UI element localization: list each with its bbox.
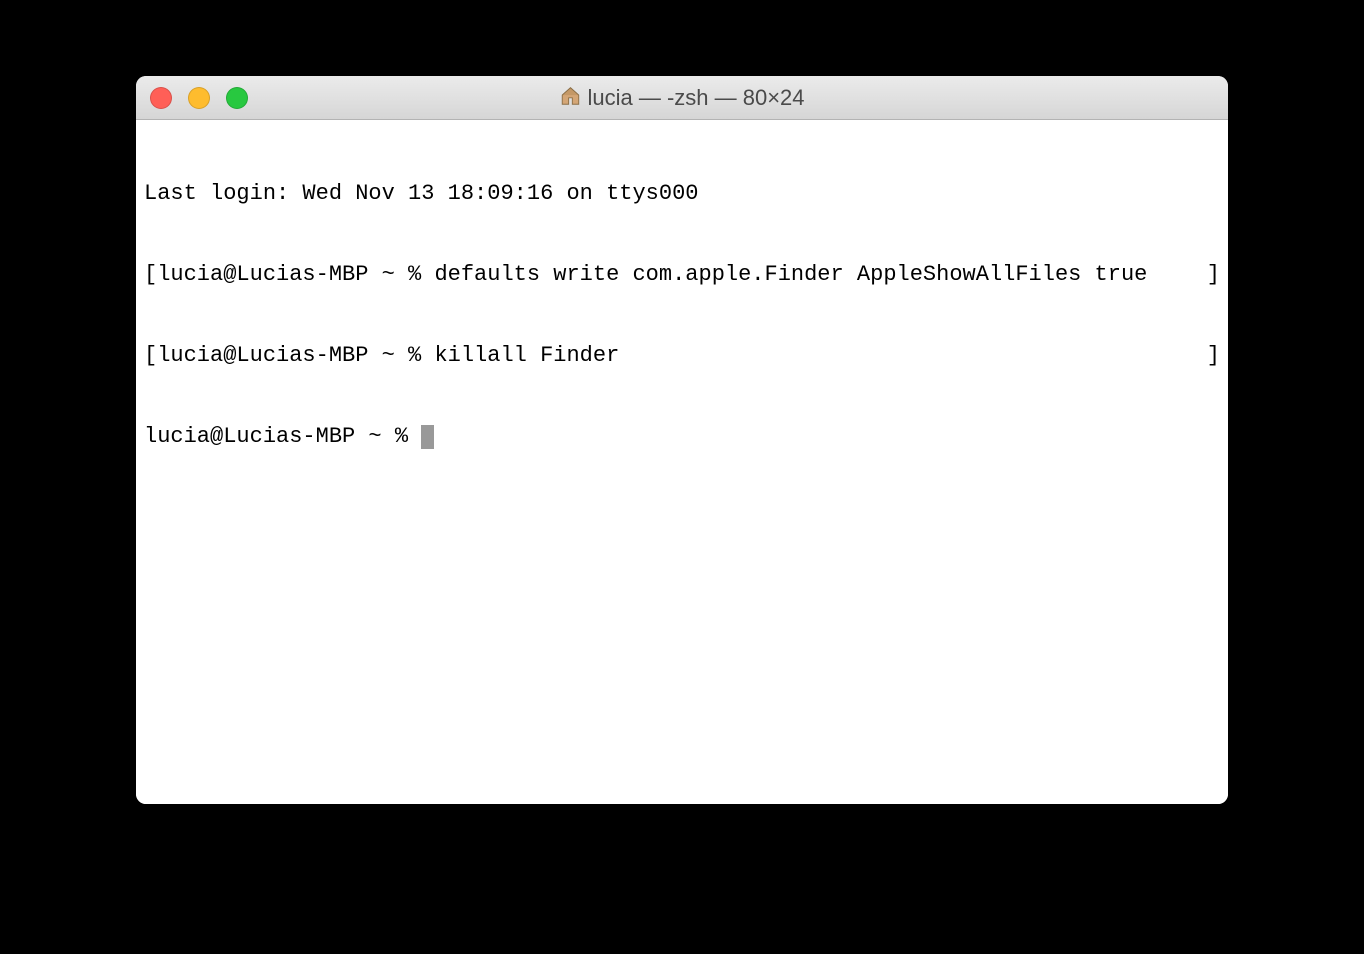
terminal-prompt-line: lucia@Lucias-MBP ~ % <box>144 423 1220 450</box>
command-line-1: [lucia@Lucias-MBP ~ % defaults write com… <box>144 261 1147 288</box>
right-bracket: ] <box>1207 261 1220 288</box>
window-title: lucia — -zsh — 80×24 <box>559 85 804 111</box>
window-title-text: lucia — -zsh — 80×24 <box>587 85 804 111</box>
terminal-content[interactable]: Last login: Wed Nov 13 18:09:16 on ttys0… <box>136 120 1228 804</box>
terminal-output-line: [lucia@Lucias-MBP ~ % killall Finder] <box>144 342 1220 369</box>
zoom-button[interactable] <box>226 87 248 109</box>
command-line-2: [lucia@Lucias-MBP ~ % killall Finder <box>144 342 619 369</box>
terminal-output-line: [lucia@Lucias-MBP ~ % defaults write com… <box>144 261 1220 288</box>
title-bar[interactable]: lucia — -zsh — 80×24 <box>136 76 1228 120</box>
right-bracket: ] <box>1207 342 1220 369</box>
terminal-output-line: Last login: Wed Nov 13 18:09:16 on ttys0… <box>144 180 1220 207</box>
last-login-text: Last login: Wed Nov 13 18:09:16 on ttys0… <box>144 181 699 206</box>
traffic-lights <box>150 87 248 109</box>
prompt-text: lucia@Lucias-MBP ~ % <box>144 424 421 449</box>
home-icon <box>559 85 581 111</box>
cursor-icon <box>421 425 434 449</box>
terminal-window: lucia — -zsh — 80×24 Last login: Wed Nov… <box>136 76 1228 804</box>
close-button[interactable] <box>150 87 172 109</box>
minimize-button[interactable] <box>188 87 210 109</box>
